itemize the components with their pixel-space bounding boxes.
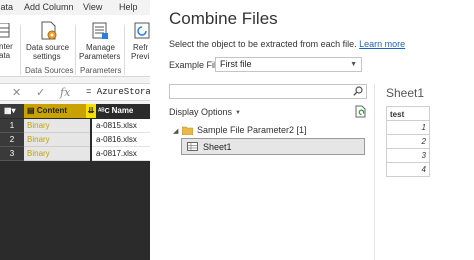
binary-cell[interactable]: Binary: [24, 147, 90, 161]
row-number: 2: [0, 133, 24, 147]
chevron-down-icon: ▼: [350, 61, 357, 68]
enter-data-label-2: ata: [0, 51, 11, 60]
sheet-icon: [187, 142, 198, 151]
preview-cell: 3: [386, 149, 430, 163]
ribbon: nter ata Data source settings Manage Par…: [0, 15, 150, 77]
tab-view[interactable]: View: [83, 2, 102, 12]
combine-files-dialog: Combine Files Select the object to be ex…: [150, 0, 474, 260]
data-source-settings-label-1: Data source: [26, 43, 70, 52]
binary-cell[interactable]: Binary: [24, 119, 90, 133]
name-cell[interactable]: a-0816.xlsx: [92, 133, 150, 147]
tree-item-sheet1[interactable]: Sheet1: [181, 138, 365, 155]
ribbon-divider: [75, 25, 76, 75]
refresh-preview-label-2: Previ: [131, 52, 150, 61]
preview-cell: 1: [386, 121, 430, 135]
row-number: 3: [0, 147, 24, 161]
tree-folder-label: Sample File Parameter2 [1]: [197, 125, 307, 135]
example-file-dropdown[interactable]: First file ▼: [215, 57, 362, 72]
manage-parameters-label-1: Manage: [86, 43, 115, 52]
dialog-description: Select the object to be extracted from e…: [169, 39, 405, 49]
expand-column-icon[interactable]: ⇊: [86, 104, 96, 118]
search-icon[interactable]: [353, 86, 363, 96]
display-options-label: Display Options: [169, 107, 233, 117]
data-source-settings-icon: [41, 21, 57, 40]
formula-bar[interactable]: ✕ ✓ fx = AzureStorage: [0, 83, 150, 101]
manage-parameters-icon: [92, 22, 108, 39]
name-cell[interactable]: a-0815.xlsx: [92, 119, 150, 133]
tree-item-label: Sheet1: [203, 142, 232, 152]
example-file-value: First file: [220, 59, 252, 69]
ribbon-tabs: Data Add Column View Help: [0, 0, 150, 15]
column-header-name-label: Name: [111, 106, 134, 115]
learn-more-link[interactable]: Learn more: [359, 39, 405, 49]
preview-cell: 4: [386, 163, 430, 177]
refresh-icon[interactable]: [355, 105, 367, 118]
cancel-formula-icon[interactable]: ✕: [12, 86, 21, 99]
folder-icon: [182, 126, 193, 135]
display-options-dropdown[interactable]: Display Options ▼: [169, 107, 241, 117]
text-type-icon: ᴬᴮC: [98, 108, 112, 115]
preview-cell: 2: [386, 135, 430, 149]
column-header-content[interactable]: ▤ Content: [24, 104, 86, 118]
enter-data-label-1: nter: [0, 42, 13, 51]
dialog-description-text: Select the object to be extracted from e…: [169, 39, 357, 49]
tab-data[interactable]: Data: [0, 2, 13, 12]
fx-icon[interactable]: fx: [60, 86, 70, 99]
ribbon-divider: [124, 25, 125, 75]
manage-parameters-label-2: Parameters: [79, 52, 121, 61]
binary-type-icon: ▤: [27, 106, 37, 115]
binary-cell[interactable]: Binary: [24, 133, 90, 147]
refresh-preview-label-1: Refr: [133, 43, 149, 52]
preview-column-header: test: [386, 106, 430, 121]
confirm-formula-icon[interactable]: ✓: [36, 86, 45, 99]
group-label-data-sources: Data Sources: [25, 66, 74, 75]
refresh-preview-icon: [134, 22, 150, 39]
preview-title: Sheet1: [386, 86, 425, 100]
column-header-name[interactable]: ᴬᴮC Name: [96, 104, 150, 118]
column-header-content-label: Content: [36, 106, 67, 115]
tab-help[interactable]: Help: [119, 2, 138, 12]
chevron-down-icon: ▼: [235, 110, 241, 116]
ribbon-divider: [20, 25, 21, 75]
tab-add-column[interactable]: Add Column: [24, 2, 74, 12]
power-query-window: Data Add Column View Help nter ata Data …: [0, 0, 150, 260]
search-input[interactable]: [169, 84, 367, 99]
data-source-settings-label-2: settings: [33, 52, 61, 61]
query-data-grid: ▦▾ ▤ Content ⇊ ᴬᴮC Name 1 Binary a-0815.…: [0, 104, 150, 260]
expand-caret-icon[interactable]: ◢: [173, 127, 178, 135]
preview-table: test 1 2 3 4: [386, 106, 430, 177]
formula-text[interactable]: = AzureStorage: [86, 87, 150, 97]
dialog-title: Combine Files: [169, 9, 278, 28]
group-label-parameters: Parameters: [80, 66, 122, 75]
table-icon: [0, 23, 10, 38]
pane-divider: [374, 84, 375, 260]
row-number: 1: [0, 119, 24, 133]
name-cell[interactable]: a-0817.xlsx: [92, 147, 150, 161]
table-menu-icon[interactable]: ▦▾: [0, 104, 24, 118]
